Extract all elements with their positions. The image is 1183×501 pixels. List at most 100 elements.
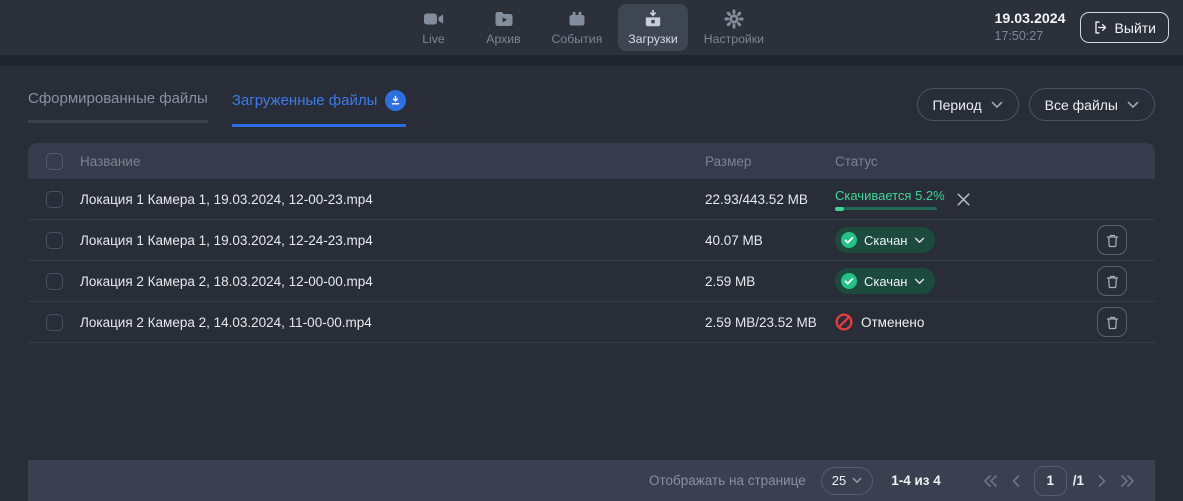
- status-label: Скачан: [864, 233, 908, 248]
- column-header-name: Название: [80, 154, 705, 169]
- nav-item-settings[interactable]: Настройки: [694, 4, 774, 51]
- tabs-bar: Сформированные файлы Загруженные файлы П…: [28, 90, 1155, 128]
- logout-icon: [1093, 20, 1108, 35]
- status-label: Скачан: [864, 274, 908, 289]
- file-name: Локация 1 Камера 1, 19.03.2024, 12-24-23…: [80, 233, 705, 248]
- tab-generated-files[interactable]: Сформированные файлы: [28, 90, 208, 123]
- page-number-input[interactable]: 1: [1034, 466, 1067, 496]
- chevron-down-icon: [991, 101, 1003, 109]
- table-row: Локация 1 Камера 1, 19.03.2024, 12-24-23…: [28, 220, 1155, 261]
- table-row: Локация 1 Камера 1, 19.03.2024, 12-00-23…: [28, 179, 1155, 220]
- nav-label: События: [551, 32, 602, 46]
- status-cancelled: Отменено: [835, 313, 924, 331]
- row-checkbox[interactable]: [46, 314, 63, 331]
- delete-file-button[interactable]: [1097, 307, 1127, 337]
- page-number: 1: [1046, 473, 1054, 488]
- events-icon: [567, 9, 587, 29]
- status-cell: Отменено: [835, 313, 1097, 331]
- nav-item-downloads[interactable]: Загрузки: [618, 4, 688, 51]
- table-row: Локация 2 Камера 2, 18.03.2024, 12-00-00…: [28, 261, 1155, 302]
- archive-icon: [493, 9, 513, 29]
- rows-range-label: 1-4 из 4: [891, 473, 941, 488]
- per-page-label: Отображать на странице: [649, 473, 806, 488]
- column-header-size: Размер: [705, 154, 835, 169]
- tab-label: Сформированные файлы: [28, 90, 208, 107]
- delete-file-button[interactable]: [1097, 225, 1127, 255]
- status-downloaded-dropdown[interactable]: Скачан: [835, 227, 935, 253]
- file-type-filter-label: Все файлы: [1045, 97, 1118, 113]
- check-circle-icon: [840, 272, 858, 290]
- period-filter-button[interactable]: Период: [917, 88, 1019, 121]
- nav-label: Загрузки: [628, 32, 678, 46]
- blocked-circle-icon: [835, 313, 853, 331]
- status-cell: Скачан: [835, 268, 1097, 294]
- datetime: 19.03.2024 17:50:27: [995, 11, 1066, 44]
- trash-icon: [1105, 233, 1120, 248]
- row-checkbox[interactable]: [46, 191, 63, 208]
- download-progress: Скачивается 5.2%: [835, 188, 937, 210]
- close-x-icon: [955, 191, 972, 208]
- chevron-down-icon: [914, 278, 925, 285]
- chevron-left-icon: [1012, 475, 1020, 487]
- file-size: 2.59 MB: [705, 274, 835, 289]
- last-page-button[interactable]: [1120, 475, 1135, 487]
- nav-item-archive[interactable]: Архив: [471, 4, 535, 51]
- main-navigation: Live Архив События Загрузки Настройки: [401, 0, 774, 55]
- per-page-select[interactable]: 25: [821, 467, 873, 495]
- delete-file-button[interactable]: [1097, 266, 1127, 296]
- row-checkbox[interactable]: [46, 232, 63, 249]
- nav-label: Архив: [486, 32, 520, 46]
- chevron-right-icon: [1098, 475, 1106, 487]
- chevron-down-icon: [914, 237, 925, 244]
- period-filter-label: Период: [933, 97, 982, 113]
- first-page-button[interactable]: [983, 475, 998, 487]
- downloads-icon: [643, 9, 663, 29]
- select-all-checkbox[interactable]: [46, 153, 63, 170]
- pager-controls: 1 /1: [983, 466, 1135, 496]
- nav-item-live[interactable]: Live: [401, 4, 465, 51]
- downloads-table: Название Размер Статус Локация 1 Камера …: [28, 143, 1155, 343]
- next-page-button[interactable]: [1098, 475, 1106, 487]
- downloads-page: Сформированные файлы Загруженные файлы П…: [0, 66, 1183, 501]
- topbar-divider: [0, 55, 1183, 66]
- nav-item-events[interactable]: События: [541, 4, 612, 51]
- column-header-status: Статус: [835, 154, 1097, 169]
- chevron-down-icon: [852, 477, 862, 484]
- filter-controls: Период Все файлы: [917, 88, 1155, 121]
- logout-button[interactable]: Выйти: [1080, 12, 1169, 43]
- download-circle-icon: [385, 90, 406, 111]
- topbar: Live Архив События Загрузки Настройки: [0, 0, 1183, 55]
- gear-icon: [724, 9, 744, 29]
- row-checkbox[interactable]: [46, 273, 63, 290]
- file-name: Локация 2 Камера 2, 18.03.2024, 12-00-00…: [80, 274, 705, 289]
- double-chevron-left-icon: [983, 475, 998, 487]
- video-camera-icon: [422, 9, 444, 29]
- current-time: 17:50:27: [995, 29, 1066, 45]
- topbar-right: 19.03.2024 17:50:27 Выйти: [995, 11, 1171, 44]
- status-downloaded-dropdown[interactable]: Скачан: [835, 268, 935, 294]
- file-name: Локация 1 Камера 1, 19.03.2024, 12-00-23…: [80, 192, 705, 207]
- file-name: Локация 2 Камера 2, 14.03.2024, 11-00-00…: [80, 315, 705, 330]
- nav-label: Настройки: [704, 32, 764, 46]
- chevron-down-icon: [1127, 101, 1139, 109]
- prev-page-button[interactable]: [1012, 475, 1020, 487]
- status-cell: Скачан: [835, 227, 1097, 253]
- status-downloading-label: Скачивается 5.2%: [835, 188, 937, 203]
- table-row: Локация 2 Камера 2, 14.03.2024, 11-00-00…: [28, 302, 1155, 343]
- trash-icon: [1105, 315, 1120, 330]
- status-label: Отменено: [861, 315, 924, 330]
- file-size: 2.59 MB/23.52 MB: [705, 315, 835, 330]
- file-type-filter-button[interactable]: Все файлы: [1029, 88, 1155, 121]
- pagination-bar: Отображать на странице 25 1-4 из 4 1: [28, 460, 1155, 501]
- tab-label: Загруженные файлы: [232, 92, 378, 109]
- file-size: 22.93/443.52 MB: [705, 192, 835, 207]
- total-pages-label: /1: [1073, 473, 1084, 488]
- current-date: 19.03.2024: [995, 11, 1066, 29]
- progress-bar-fill: [835, 207, 844, 211]
- trash-icon: [1105, 274, 1120, 289]
- status-cell: Скачивается 5.2%: [835, 188, 1097, 210]
- tab-downloaded-files[interactable]: Загруженные файлы: [232, 90, 407, 127]
- progress-bar-track: [835, 207, 937, 210]
- cancel-download-button[interactable]: [953, 189, 974, 210]
- double-chevron-right-icon: [1120, 475, 1135, 487]
